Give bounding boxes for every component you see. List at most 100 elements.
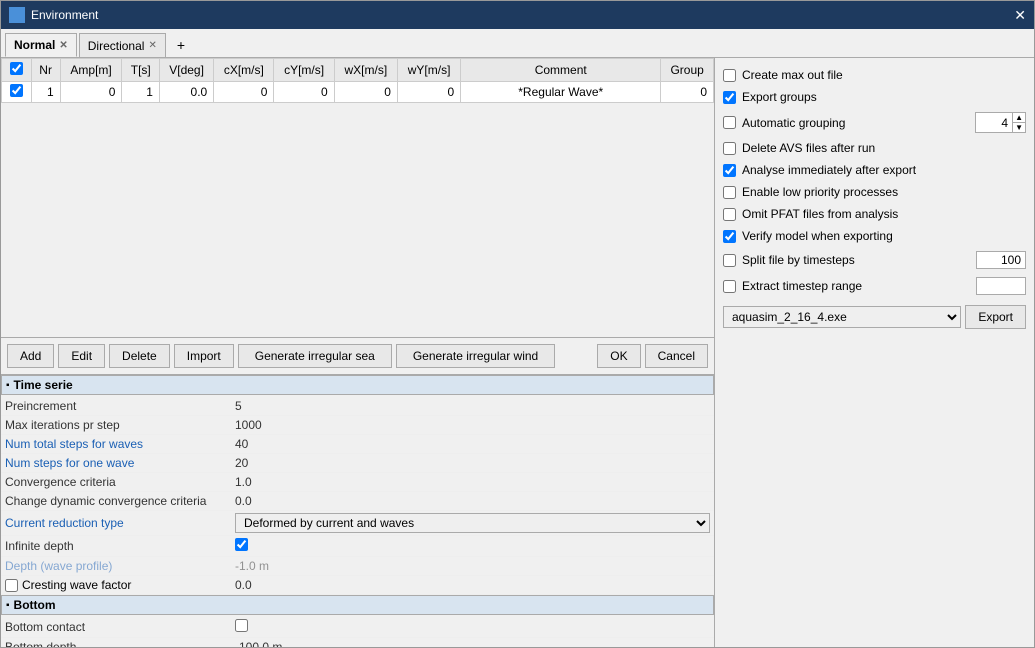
cresting-wave-label-row: Cresting wave factor: [5, 578, 235, 592]
create-max-checkbox[interactable]: [723, 69, 736, 82]
wave-toolbar: Add Edit Delete Import Generate irregula…: [1, 338, 714, 375]
current-reduction-value: Deformed by current and waves None: [235, 513, 710, 533]
tab-directional[interactable]: Directional ✕: [79, 33, 166, 57]
col-v: V[deg]: [159, 59, 213, 82]
delete-button[interactable]: Delete: [109, 344, 170, 368]
col-check: [2, 59, 32, 82]
table-row: 1 0 1 0.0 0 0 0 0 *Regular Wave* 0: [2, 82, 714, 103]
setting-cresting-wave: Cresting wave factor 0.0: [1, 576, 714, 595]
left-panel: Nr Amp[m] T[s] V[deg] cX[m/s] cY[m/s] wX…: [1, 58, 714, 647]
auto-grouping-label[interactable]: Automatic grouping: [742, 116, 845, 130]
row-t: 1: [122, 82, 160, 103]
export-groups-checkbox[interactable]: [723, 91, 736, 104]
settings-scroll: ▪ Time serie Preincrement 5 Max iteratio…: [1, 375, 714, 647]
cresting-wave-label: Cresting wave factor: [22, 578, 131, 592]
create-max-label[interactable]: Create max out file: [742, 68, 843, 82]
setting-bottom-depth: Bottom depth -100.0 m: [1, 638, 714, 647]
header-checkbox[interactable]: [10, 62, 23, 75]
extract-timestep-label[interactable]: Extract timestep range: [742, 279, 862, 293]
num-total-steps-value: 40: [235, 437, 710, 451]
row-v: 0.0: [159, 82, 213, 103]
enable-low-priority-checkbox[interactable]: [723, 186, 736, 199]
delete-avs-label[interactable]: Delete AVS files after run: [742, 141, 875, 155]
check-auto-grouping: Automatic grouping ▲ ▼: [723, 110, 1026, 135]
bottom-contact-checkbox[interactable]: [235, 619, 248, 632]
convergence-value: 1.0: [235, 475, 710, 489]
convergence-label: Convergence criteria: [5, 475, 235, 489]
spin-up[interactable]: ▲: [1013, 113, 1025, 123]
max-iter-label: Max iterations pr step: [5, 418, 235, 432]
section-bottom[interactable]: ▪ Bottom: [1, 595, 714, 615]
check-enable-low-priority: Enable low priority processes: [723, 183, 1026, 201]
export-exe-select[interactable]: aquasim_2_16_4.exe: [723, 306, 961, 328]
settings-area: ▪ Time serie Preincrement 5 Max iteratio…: [1, 375, 714, 647]
omit-pfat-label[interactable]: Omit PFAT files from analysis: [742, 207, 898, 221]
setting-current-reduction: Current reduction type Deformed by curre…: [1, 511, 714, 536]
infinite-depth-value: [235, 538, 710, 554]
row-check: [2, 82, 32, 103]
ok-button[interactable]: OK: [597, 344, 640, 368]
row-checkbox[interactable]: [10, 84, 23, 97]
split-file-label[interactable]: Split file by timesteps: [742, 253, 855, 267]
auto-grouping-spin: ▲ ▼: [975, 112, 1026, 133]
cancel-button[interactable]: Cancel: [645, 344, 708, 368]
bottom-contact-label: Bottom contact: [5, 620, 235, 634]
section-time-serie[interactable]: ▪ Time serie: [1, 375, 714, 395]
tab-normal-close[interactable]: ✕: [59, 40, 67, 51]
col-comment: Comment: [461, 59, 661, 82]
num-total-steps-label: Num total steps for waves: [5, 437, 235, 451]
split-file-input[interactable]: [976, 251, 1026, 269]
import-button[interactable]: Import: [174, 344, 234, 368]
check-extract-timestep: Extract timestep range: [723, 275, 1026, 297]
auto-grouping-checkbox[interactable]: [723, 116, 736, 129]
tab-directional-close[interactable]: ✕: [148, 40, 156, 51]
check-analyse-immediately: Analyse immediately after export: [723, 161, 1026, 179]
generate-sea-button[interactable]: Generate irregular sea: [238, 344, 392, 368]
cresting-wave-checkbox[interactable]: [5, 579, 18, 592]
max-iter-value: 1000: [235, 418, 710, 432]
export-groups-label[interactable]: Export groups: [742, 90, 817, 104]
bottom-depth-label: Bottom depth: [5, 640, 235, 647]
add-button[interactable]: Add: [7, 344, 54, 368]
analyse-immediately-label[interactable]: Analyse immediately after export: [742, 163, 916, 177]
wave-table: Nr Amp[m] T[s] V[deg] cX[m/s] cY[m/s] wX…: [1, 58, 714, 103]
auto-grouping-input[interactable]: [976, 115, 1012, 131]
edit-button[interactable]: Edit: [58, 344, 105, 368]
col-wx: wX[m/s]: [334, 59, 397, 82]
time-serie-toggle: ▪: [6, 380, 10, 391]
tab-normal[interactable]: Normal ✕: [5, 33, 77, 57]
enable-low-priority-label[interactable]: Enable low priority processes: [742, 185, 898, 199]
setting-infinite-depth: Infinite depth: [1, 536, 714, 557]
depth-profile-value: -1.0 m: [235, 559, 710, 573]
tab-add-button[interactable]: +: [168, 33, 194, 57]
time-serie-label: Time serie: [14, 378, 73, 392]
col-amp: Amp[m]: [60, 59, 122, 82]
setting-bottom-contact: Bottom contact: [1, 617, 714, 638]
omit-pfat-checkbox[interactable]: [723, 208, 736, 221]
verify-model-checkbox[interactable]: [723, 230, 736, 243]
dyn-convergence-value: 0.0: [235, 494, 710, 508]
row-amp: 0: [60, 82, 122, 103]
check-omit-pfat: Omit PFAT files from analysis: [723, 205, 1026, 223]
infinite-depth-checkbox[interactable]: [235, 538, 248, 551]
generate-wind-button[interactable]: Generate irregular wind: [396, 344, 555, 368]
col-t: T[s]: [122, 59, 160, 82]
verify-model-label[interactable]: Verify model when exporting: [742, 229, 893, 243]
right-panel: Create max out file Export groups Automa…: [714, 58, 1034, 647]
analyse-immediately-checkbox[interactable]: [723, 164, 736, 177]
extract-timestep-input[interactable]: [976, 277, 1026, 295]
infinite-depth-label: Infinite depth: [5, 539, 235, 553]
setting-dyn-convergence: Change dynamic convergence criteria 0.0: [1, 492, 714, 511]
bottom-toggle: ▪: [6, 600, 10, 611]
check-export-groups: Export groups: [723, 88, 1026, 106]
bottom-label: Bottom: [14, 598, 56, 612]
export-button[interactable]: Export: [965, 305, 1026, 329]
delete-avs-checkbox[interactable]: [723, 142, 736, 155]
split-file-checkbox[interactable]: [723, 254, 736, 267]
check-verify-model: Verify model when exporting: [723, 227, 1026, 245]
close-button[interactable]: ✕: [1014, 7, 1026, 24]
extract-timestep-checkbox[interactable]: [723, 280, 736, 293]
current-reduction-select[interactable]: Deformed by current and waves None: [235, 513, 710, 533]
spin-down[interactable]: ▼: [1013, 123, 1025, 132]
row-group: 0: [661, 82, 714, 103]
